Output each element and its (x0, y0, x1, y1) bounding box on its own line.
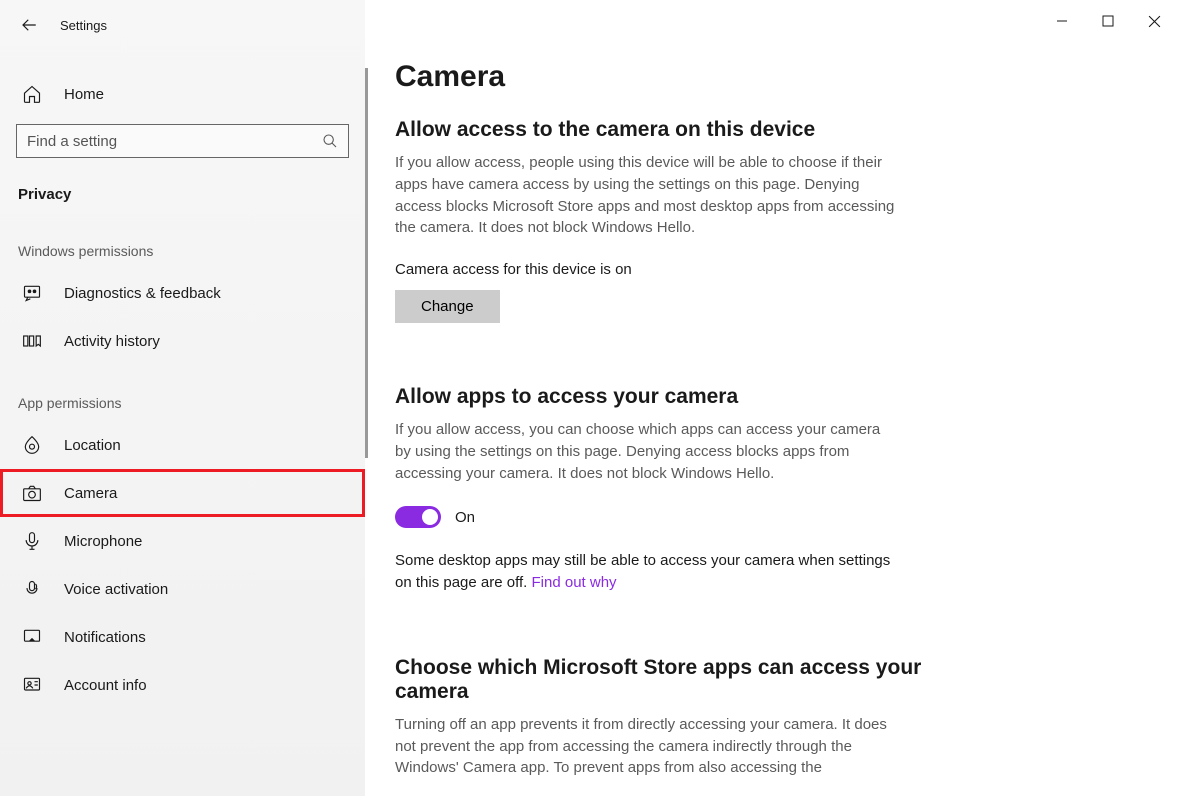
section3-heading: Choose which Microsoft Store apps can ac… (395, 656, 935, 704)
section2-body: If you allow access, you can choose whic… (395, 419, 895, 484)
apps-access-toggle[interactable] (395, 506, 441, 528)
history-icon (22, 331, 42, 351)
home-label: Home (64, 86, 104, 103)
sidebar-item-microphone[interactable]: Microphone (0, 517, 365, 565)
location-icon (22, 435, 42, 455)
desktop-apps-note: Some desktop apps may still be able to a… (395, 550, 895, 594)
maximize-icon (1102, 15, 1114, 27)
sidebar-item-label: Camera (64, 485, 117, 502)
sidebar: Settings Home Privacy Windows permission… (0, 0, 365, 796)
sidebar-item-account-info[interactable]: Account info (0, 661, 365, 709)
toggle-label: On (455, 509, 475, 526)
sidebar-item-voice-activation[interactable]: Voice activation (0, 565, 365, 613)
device-access-status: Camera access for this device is on (395, 261, 1153, 278)
search-icon (322, 133, 338, 149)
account-icon (22, 675, 42, 695)
sidebar-item-label: Activity history (64, 333, 160, 350)
find-out-why-link[interactable]: Find out why (532, 574, 617, 591)
section1-heading: Allow access to the camera on this devic… (395, 118, 935, 142)
sidebar-item-notifications[interactable]: Notifications (0, 613, 365, 661)
back-button[interactable] (20, 16, 38, 34)
sidebar-item-label: Notifications (64, 629, 146, 646)
sidebar-item-location[interactable]: Location (0, 421, 365, 469)
page-title: Camera (395, 60, 1153, 94)
sidebar-item-label: Voice activation (64, 581, 168, 598)
close-button[interactable] (1145, 12, 1163, 30)
window-title: Settings (60, 18, 107, 33)
sidebar-item-label: Account info (64, 677, 147, 694)
arrow-left-icon (20, 16, 38, 34)
close-icon (1148, 15, 1161, 28)
voice-icon (22, 579, 42, 599)
toggle-knob (422, 509, 438, 525)
camera-icon (22, 483, 42, 503)
sidebar-item-label: Microphone (64, 533, 142, 550)
search-box[interactable] (16, 124, 349, 158)
sidebar-item-diagnostics[interactable]: Diagnostics & feedback (0, 269, 365, 317)
content-area: Camera Allow access to the camera on thi… (365, 0, 1183, 796)
sidebar-item-label: Diagnostics & feedback (64, 285, 221, 302)
microphone-icon (22, 531, 42, 551)
sidebar-item-activity-history[interactable]: Activity history (0, 317, 365, 365)
privacy-heading: Privacy (0, 158, 365, 213)
home-nav[interactable]: Home (0, 70, 365, 118)
home-icon (22, 84, 42, 104)
group-app-permissions: App permissions (0, 365, 365, 421)
sidebar-item-camera[interactable]: Camera (0, 469, 365, 517)
change-button[interactable]: Change (395, 290, 500, 323)
titlebar: Settings (0, 10, 365, 40)
minimize-button[interactable] (1053, 12, 1071, 30)
group-windows-permissions: Windows permissions (0, 213, 365, 269)
sidebar-item-label: Location (64, 437, 121, 454)
scroll-indicator[interactable] (365, 68, 368, 458)
maximize-button[interactable] (1099, 12, 1117, 30)
notifications-icon (22, 627, 42, 647)
section2-heading: Allow apps to access your camera (395, 385, 935, 409)
minimize-icon (1056, 15, 1068, 27)
section1-body: If you allow access, people using this d… (395, 152, 895, 239)
feedback-icon (22, 283, 42, 303)
window-controls (1041, 4, 1175, 38)
section3-body: Turning off an app prevents it from dire… (395, 714, 895, 779)
search-input[interactable] (27, 133, 322, 150)
